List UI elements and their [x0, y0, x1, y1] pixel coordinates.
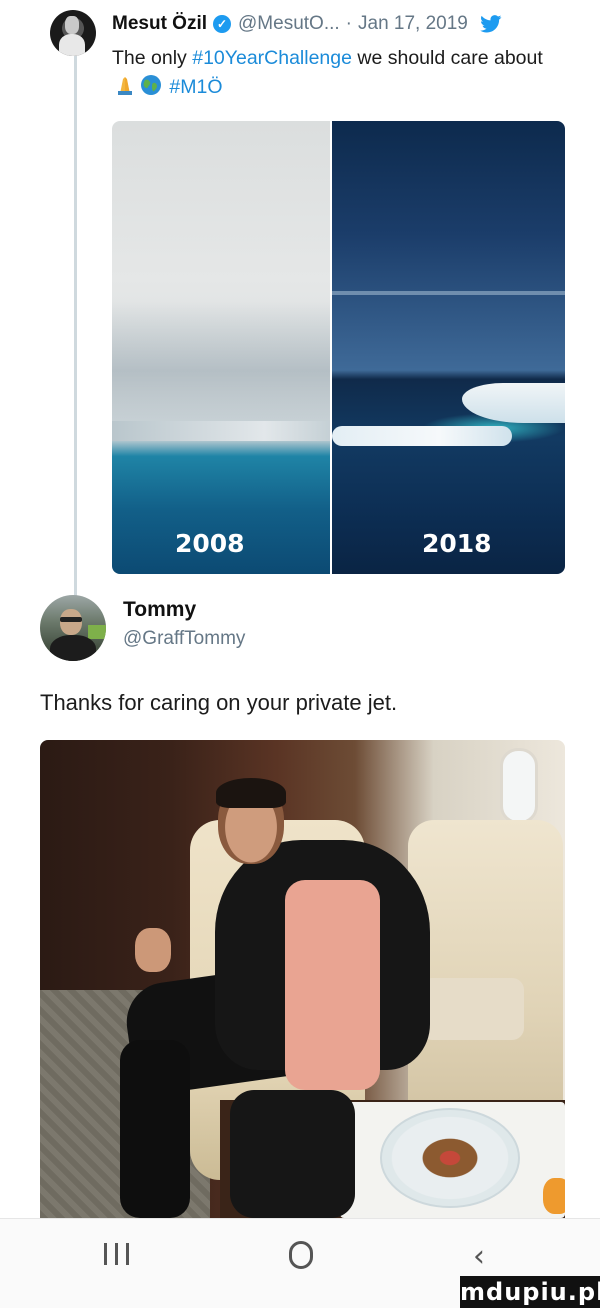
globe-emoji-icon [140, 74, 162, 105]
verified-badge-icon: ✓ [213, 15, 232, 33]
back-icon[interactable]: ‹ [473, 1239, 485, 1274]
twitter-bird-icon [479, 15, 502, 33]
image-caption-right: 2018 [422, 529, 492, 558]
thread-line [74, 56, 77, 596]
reply-image-private-jet[interactable] [40, 740, 565, 1218]
watermark: mdupiu.pl [460, 1276, 600, 1308]
hashtag-m10[interactable]: #M1Ö [169, 76, 222, 98]
praying-hands-icon [114, 74, 136, 105]
image-panel-2018 [332, 121, 565, 574]
image-panel-2008 [112, 121, 330, 574]
tweet-image-ice-comparison[interactable]: 2008 2018 [112, 121, 565, 574]
author-name[interactable]: Mesut Özil [112, 13, 207, 35]
tweet-text-part: we should care about [351, 47, 543, 69]
reply-author-handle[interactable]: @GraffTommy [123, 628, 245, 650]
reply-author-name[interactable]: Tommy [123, 598, 196, 622]
avatar-tommy[interactable] [40, 595, 106, 661]
avatar-mesut-ozil[interactable] [50, 10, 96, 56]
reply-text: Thanks for caring on your private jet. [40, 690, 398, 715]
tweet-text-part: The only [112, 47, 193, 69]
tweet-text: The only #10YearChallenge we should care… [112, 44, 572, 105]
home-icon[interactable] [289, 1241, 313, 1269]
tweet-header: Mesut Özil ✓ @MesutO... · Jan 17, 2019 [112, 13, 502, 35]
separator-dot: · [345, 13, 352, 34]
author-handle[interactable]: @MesutO... [238, 13, 340, 35]
image-caption-left: 2008 [175, 529, 245, 558]
recent-apps-icon[interactable] [104, 1243, 129, 1265]
tweet-date[interactable]: Jan 17, 2019 [358, 13, 468, 35]
hashtag-10yearchallenge[interactable]: #10YearChallenge [192, 47, 352, 69]
